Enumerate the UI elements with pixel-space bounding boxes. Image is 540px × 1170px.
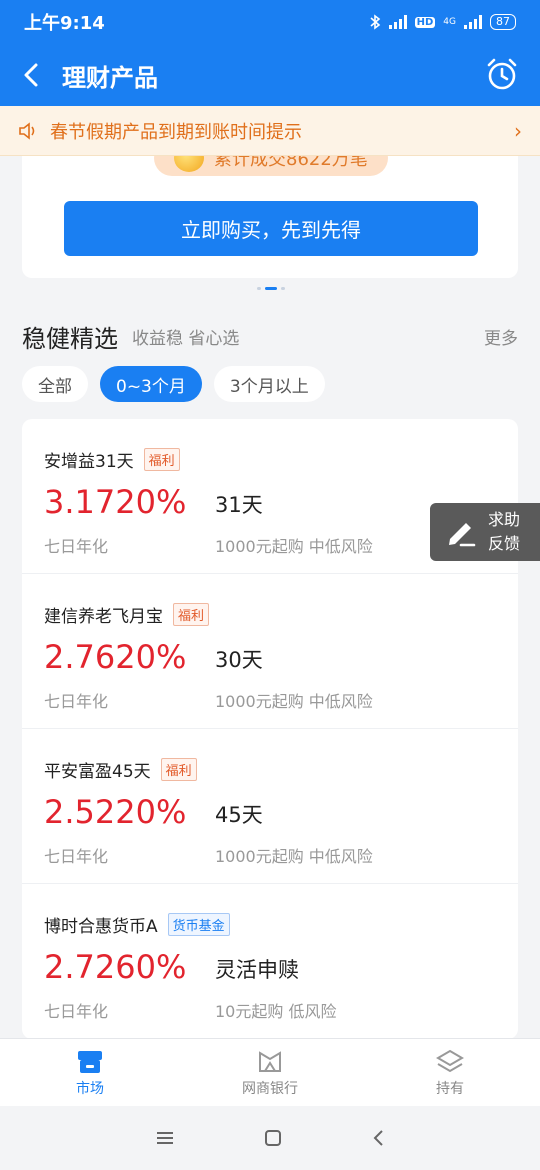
battery-icon: 87 (490, 14, 516, 30)
feedback-line1: 求助 (488, 510, 521, 529)
buy-now-button[interactable]: 立即购买，先到先得 (64, 201, 478, 256)
product-minimum: 10元起购 低风险 (215, 1002, 337, 1021)
speaker-icon (19, 121, 35, 140)
product-term: 31天 (215, 493, 263, 517)
fund-type-tag: 货币基金 (167, 913, 230, 936)
term-filter-bar: 全部 0~3个月 3个月以上 (22, 366, 325, 402)
tab-label: 市场 (76, 1080, 104, 1097)
menu-icon[interactable] (155, 1130, 175, 1146)
benefit-tag: 福利 (143, 448, 180, 471)
section-title: 稳健精选 (22, 324, 118, 353)
rate-label: 七日年化 (44, 537, 109, 556)
layers-icon (436, 1049, 464, 1072)
rate-label: 七日年化 (44, 692, 109, 711)
product-name: 安增益31天 (44, 452, 134, 472)
signal-icon-2 (464, 15, 482, 29)
product-minimum: 1000元起购 中低风险 (215, 692, 373, 711)
section-subtitle: 收益稳 省心选 (132, 328, 240, 349)
page-title: 理财产品 (62, 64, 158, 92)
status-bar: 上午9:14 HD 4G 87 (0, 0, 540, 44)
edit-pen-icon (449, 523, 476, 547)
product-rate: 2.7620% (44, 638, 187, 676)
tab-label: 持有 (436, 1080, 464, 1097)
product-rate: 2.5220% (44, 793, 187, 831)
filter-over-3-months[interactable]: 3个月以上 (213, 366, 325, 402)
rate-label: 七日年化 (44, 1002, 109, 1021)
product-term: 灵活申赎 (215, 958, 299, 982)
product-minimum: 1000元起购 中低风险 (215, 537, 373, 556)
product-term: 30天 (215, 648, 263, 672)
back-icon[interactable] (371, 1129, 385, 1147)
notice-text: 春节假期产品到期到账时间提示 (50, 121, 302, 143)
promo-card: 累计成交8622万笔 立即购买，先到先得 (22, 140, 518, 278)
network-type: 4G (443, 16, 456, 27)
product-name: 平安富盈45天 (44, 762, 151, 782)
tab-label: 网商银行 (242, 1080, 298, 1097)
help-feedback-button[interactable]: 求助 反馈 (430, 503, 540, 561)
tab-holdings[interactable]: 持有 (360, 1039, 540, 1106)
product-rate: 3.1720% (44, 483, 187, 521)
filter-all[interactable]: 全部 (22, 366, 88, 402)
filter-0-3-months[interactable]: 0~3个月 (100, 366, 202, 402)
status-time: 上午9:14 (24, 13, 105, 34)
benefit-tag: 福利 (160, 758, 197, 781)
benefit-tag: 福利 (173, 603, 210, 626)
signal-icon (388, 15, 407, 29)
nav-bar: 理财产品 (0, 44, 540, 106)
bank-logo-icon (259, 1050, 281, 1072)
hd-badge: HD (414, 16, 436, 28)
product-term: 45天 (215, 803, 263, 827)
home-icon[interactable] (264, 1129, 282, 1147)
product-rate: 2.7260% (44, 948, 187, 986)
chevron-right-icon: › (514, 118, 522, 143)
product-name: 建信养老飞月宝 (44, 607, 163, 627)
tab-mybank[interactable]: 网商银行 (180, 1039, 360, 1106)
product-item[interactable]: 博时合惠货币A 货币基金 2.7260% 灵活申赎 七日年化 10元起购 低风险 (22, 884, 518, 1039)
product-minimum: 1000元起购 中低风险 (215, 847, 373, 866)
more-link[interactable]: 更多 (484, 324, 518, 349)
product-name: 博时合惠货币A (44, 917, 158, 937)
bluetooth-icon (370, 14, 380, 30)
alarm-clock-icon[interactable] (484, 56, 520, 92)
store-icon (78, 1050, 102, 1073)
bottom-tab-bar: 市场 网商银行 持有 (0, 1038, 540, 1106)
section-header: 稳健精选 收益稳 省心选 更多 (22, 318, 518, 354)
carousel-indicator (257, 287, 285, 290)
feedback-line2: 反馈 (488, 534, 521, 553)
rate-label: 七日年化 (44, 847, 109, 866)
status-icons: HD 4G 87 (369, 14, 516, 30)
tab-market[interactable]: 市场 (0, 1039, 180, 1106)
holiday-notice-banner[interactable]: 春节假期产品到期到账时间提示 › (0, 106, 540, 156)
back-arrow-icon[interactable] (18, 59, 46, 91)
system-nav-bar (0, 1106, 540, 1170)
product-item[interactable]: 平安富盈45天 福利 2.5220% 45天 七日年化 1000元起购 中低风险 (22, 729, 518, 884)
product-item[interactable]: 建信养老飞月宝 福利 2.7620% 30天 七日年化 1000元起购 中低风险 (22, 574, 518, 729)
